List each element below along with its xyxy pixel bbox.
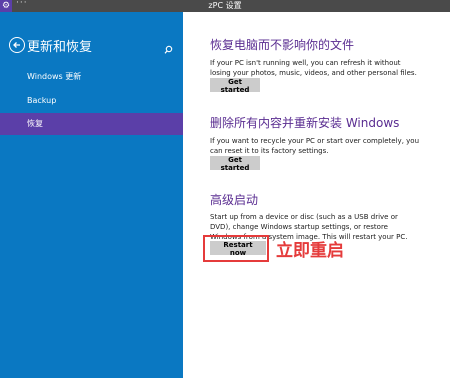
refresh-section-title: 恢复电脑而不影响你的文件	[210, 38, 355, 52]
reset-section-title: 删除所有内容并重新安装 Windows	[210, 116, 400, 130]
window-title: zPC 设置	[208, 1, 242, 10]
title-bar: ⚙ ··· zPC 设置	[0, 0, 450, 12]
reset-section-description: If you want to recycle your PC or start …	[210, 137, 420, 155]
refresh-get-started-button[interactable]: Get started	[210, 78, 260, 94]
sidebar-item-backup[interactable]: Backup	[0, 90, 183, 112]
sidebar: 更新和恢复 Windows 更新 Backup 恢复	[0, 12, 183, 378]
sidebar-item-recovery[interactable]: 恢复	[0, 113, 183, 135]
sidebar-item-windows-update[interactable]: Windows 更新	[0, 66, 183, 88]
reset-get-started-button[interactable]: Get started	[210, 156, 260, 172]
annotation-label: 立即重启	[276, 241, 344, 261]
advanced-startup-title: 高级启动	[210, 193, 259, 207]
highlight-box	[203, 235, 269, 262]
refresh-section-description: If your PC isn't running well, you can r…	[210, 59, 417, 77]
back-arrow-icon[interactable]	[9, 37, 25, 53]
sidebar-title: 更新和恢复	[27, 40, 93, 55]
search-icon[interactable]	[164, 39, 173, 58]
